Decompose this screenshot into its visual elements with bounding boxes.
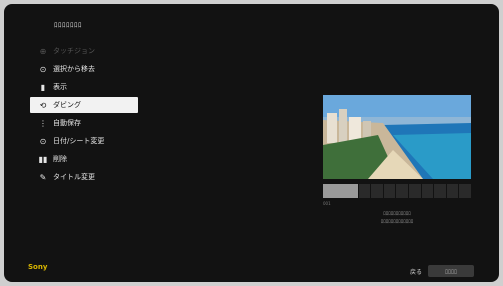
- menu-item-6[interactable]: ⊙ 日付/シート変更: [30, 133, 138, 149]
- thumbnail[interactable]: [396, 184, 409, 198]
- clock-icon: ⊙: [39, 136, 47, 146]
- menu-item-label: 削除: [53, 155, 67, 163]
- footer-controls: 戻る ﾛﾛﾛﾛ: [410, 265, 475, 277]
- thumbnail[interactable]: [358, 184, 371, 198]
- beach-photo: [323, 95, 471, 179]
- menu-item-label: ダビング: [53, 101, 81, 109]
- thumbnail[interactable]: [371, 184, 383, 198]
- delete-icon: ▮▮: [38, 154, 48, 164]
- preview-image: [323, 95, 471, 179]
- caption-line-2: ﾛﾛﾛﾛﾛﾛﾛﾛﾛﾛﾛﾛﾛ: [380, 219, 414, 225]
- menu-list: ⊕ タッチジョン ⊙ 選択から移去 ▮ 表示 ⟲ ダビング ⋮ 自動保存 ⊙ 日…: [30, 43, 138, 187]
- image-counter: 001: [323, 201, 331, 206]
- thumbnail[interactable]: [421, 184, 434, 198]
- menu-item-3[interactable]: ▮ 表示: [30, 79, 138, 95]
- thumbnail[interactable]: [446, 184, 459, 198]
- thumbnail[interactable]: [459, 184, 471, 198]
- back-key-label[interactable]: 戻る: [410, 267, 422, 276]
- pencil-icon: ✎: [39, 172, 47, 182]
- brand-logo: Sony: [28, 263, 48, 271]
- menu-item-label: 自動保存: [53, 119, 81, 127]
- menu-item-label: 選択から移去: [53, 65, 95, 73]
- display-icon: ▮: [40, 82, 46, 92]
- touch-icon: ⊕: [39, 46, 47, 56]
- menu-item-1[interactable]: ⊕ タッチジョン: [30, 43, 138, 59]
- caption-line-1: ﾛﾛﾛﾛﾛﾛﾛﾛﾛﾛﾛ: [383, 211, 411, 217]
- thumbnail-strip[interactable]: [323, 184, 471, 198]
- menu-item-7[interactable]: ▮▮ 削除: [30, 151, 138, 167]
- thumbnail-active[interactable]: [323, 184, 358, 198]
- thumbnail[interactable]: [409, 184, 421, 198]
- menu-item-2[interactable]: ⊙ 選択から移去: [30, 61, 138, 77]
- menu-item-label: 日付/シート変更: [53, 137, 105, 145]
- dubbing-icon: ⟲: [39, 100, 47, 110]
- menu-item-label: 表示: [53, 83, 67, 91]
- menu-item-label: タイトル変更: [53, 173, 95, 181]
- menu-item-5[interactable]: ⋮ 自動保存: [30, 115, 138, 131]
- select-icon: ⊙: [39, 64, 47, 74]
- footer-button[interactable]: ﾛﾛﾛﾛ: [428, 265, 475, 277]
- menu-item-dubbing[interactable]: ⟲ ダビング: [30, 97, 138, 113]
- menu-header: ﾛﾛﾛﾛﾛﾛﾛ: [54, 21, 82, 29]
- preview-caption: ﾛﾛﾛﾛﾛﾛﾛﾛﾛﾛﾛ ﾛﾛﾛﾛﾛﾛﾛﾛﾛﾛﾛﾛﾛ: [323, 210, 471, 226]
- tv-screen: ﾛﾛﾛﾛﾛﾛﾛ ⊕ タッチジョン ⊙ 選択から移去 ▮ 表示 ⟲ ダビング ⋮ …: [4, 4, 499, 282]
- thumbnail[interactable]: [434, 184, 446, 198]
- vertical-dots-icon: ⋮: [39, 118, 47, 128]
- menu-item-label: タッチジョン: [53, 47, 95, 55]
- menu-item-8[interactable]: ✎ タイトル変更: [30, 169, 138, 185]
- thumbnail[interactable]: [383, 184, 396, 198]
